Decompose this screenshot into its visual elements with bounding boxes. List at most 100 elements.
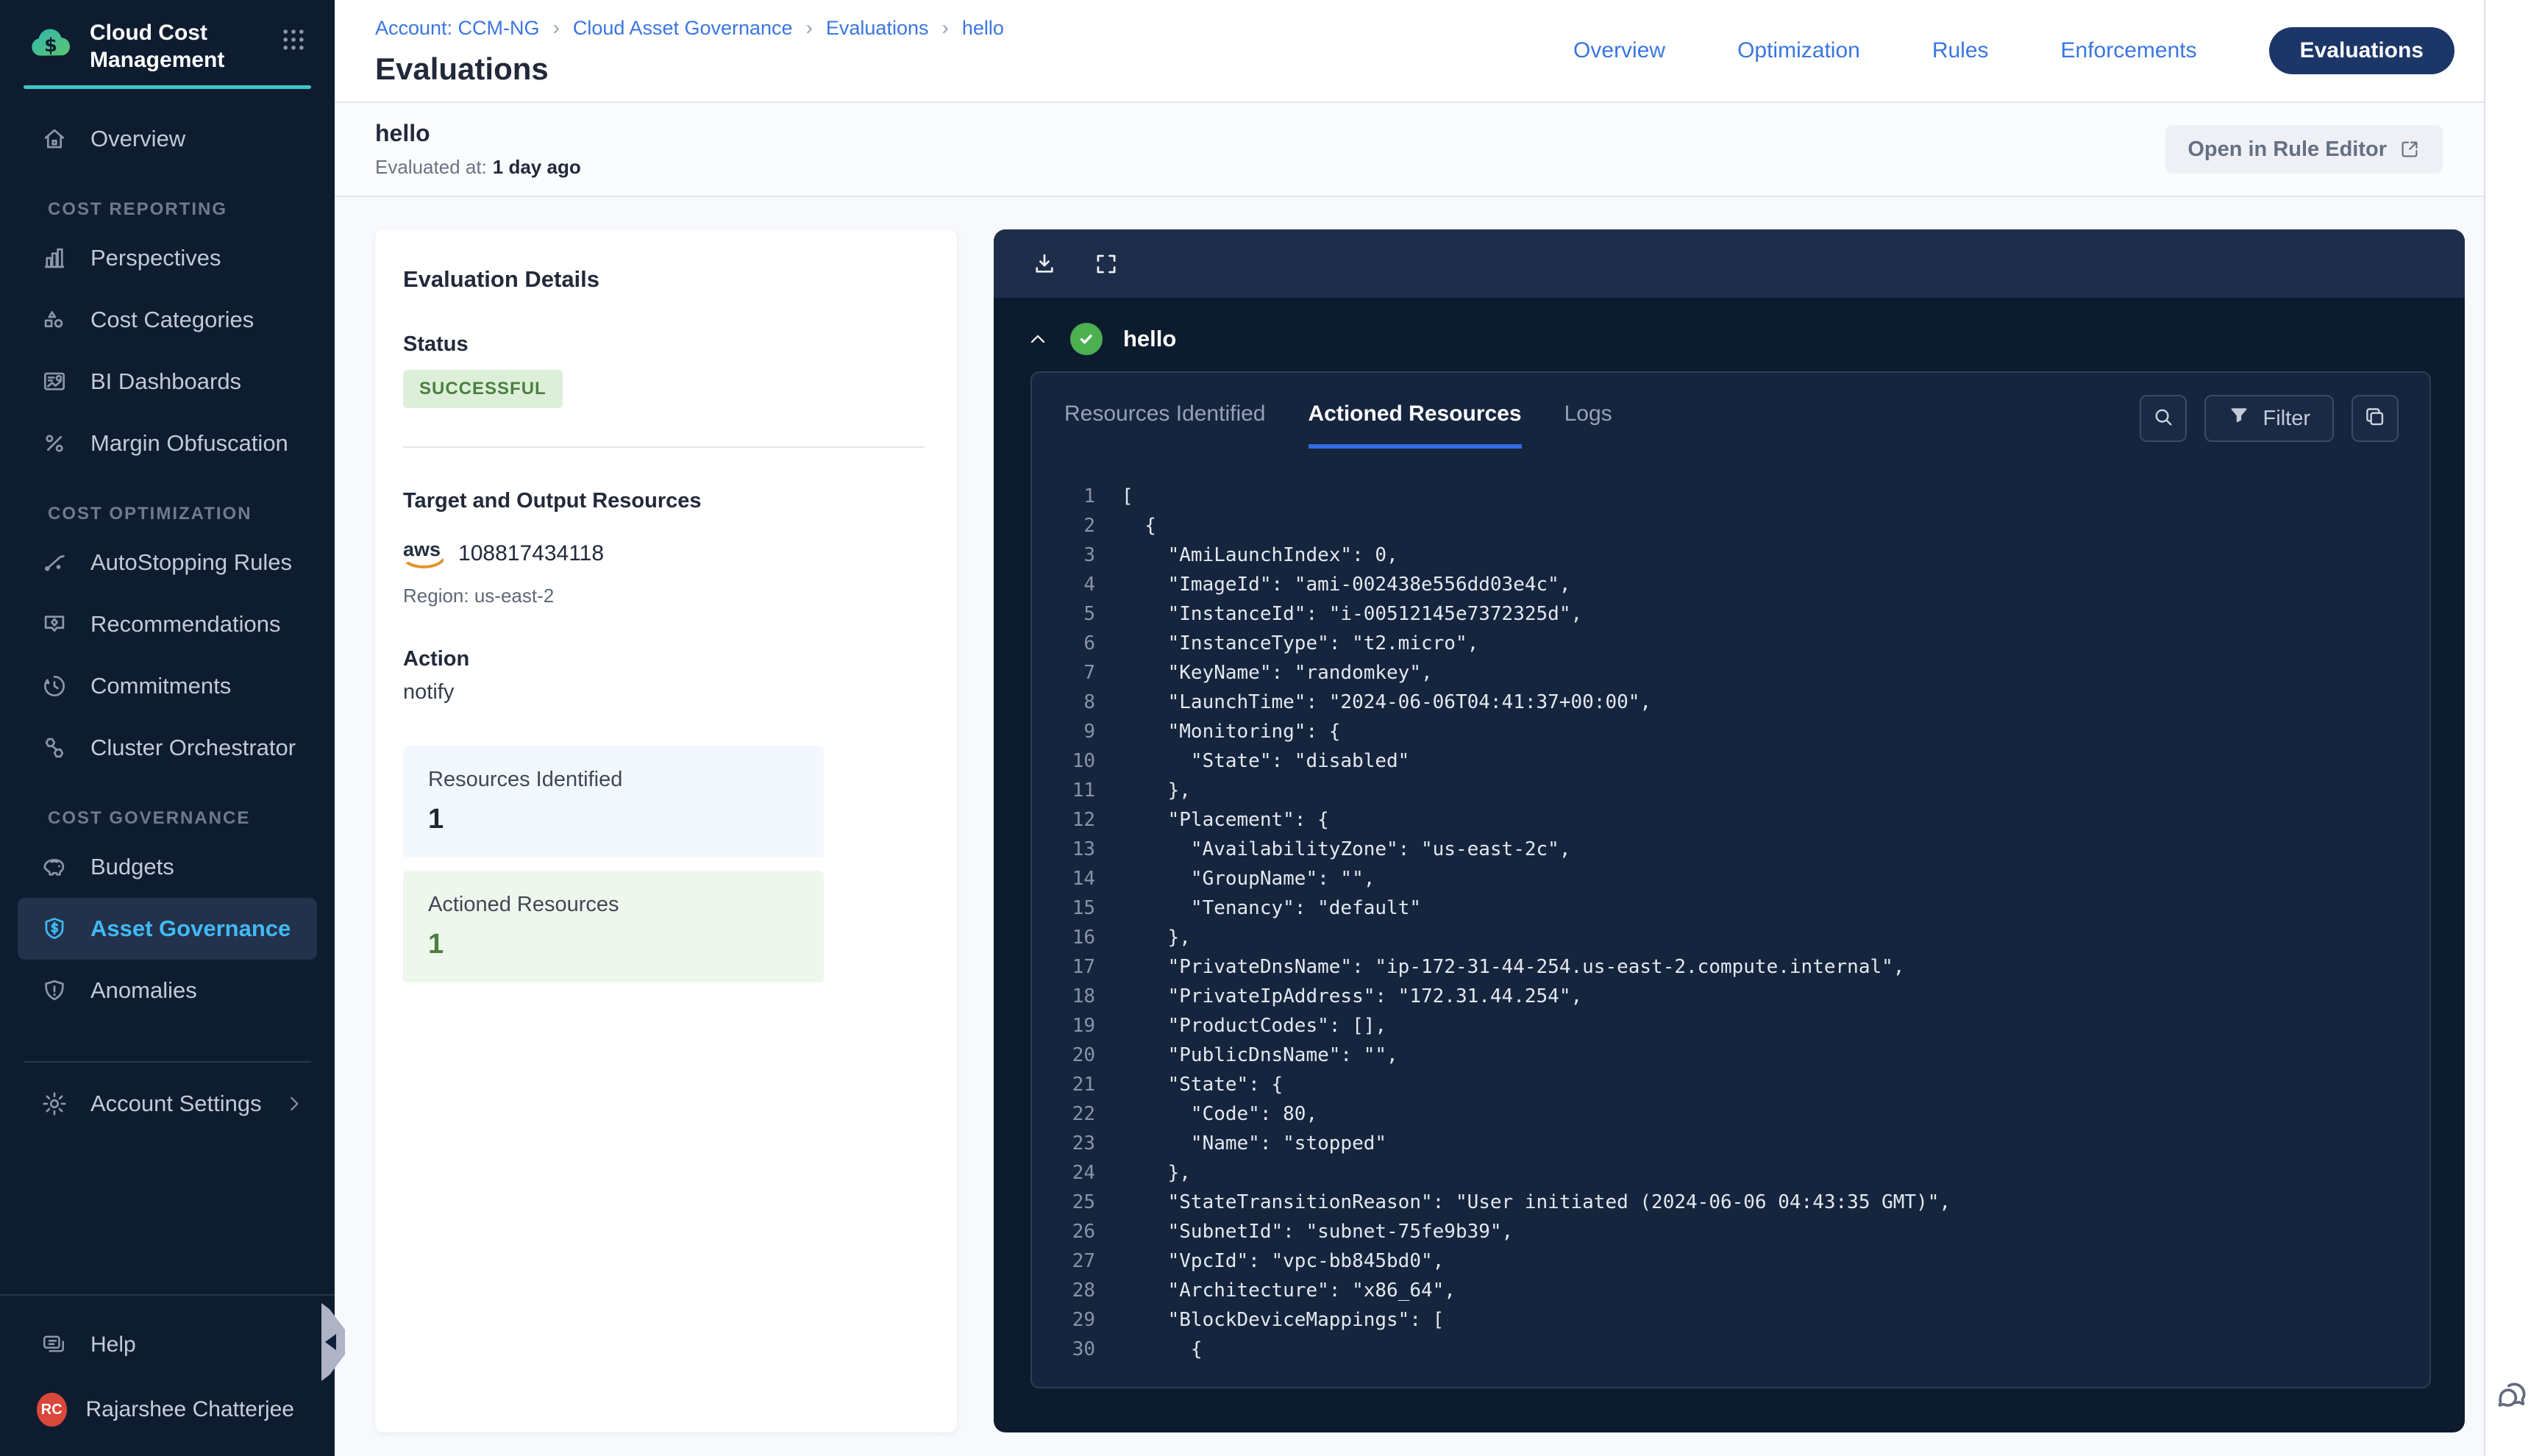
viewer-inner-card: Resources Identified Actioned Resources Lo… — [1030, 371, 2431, 1388]
resources-identified-box: Resources Identified 1 — [403, 746, 824, 857]
open-in-rule-editor-button[interactable]: Open in Rule Editor — [2165, 125, 2443, 174]
copy-button[interactable] — [2351, 395, 2399, 442]
help-chat-icon — [40, 1332, 67, 1358]
sidebar-section-cost-governance: COST GOVERNANCE — [48, 808, 335, 829]
nav-link-enforcements[interactable]: Enforcements — [2061, 38, 2197, 63]
sidebar-item-perspectives[interactable]: Perspectives — [0, 227, 335, 289]
sidebar-item-overview[interactable]: Overview — [0, 108, 335, 170]
viewer-toolbar — [994, 229, 2465, 298]
code-line: 14 "GroupName": "", — [1032, 864, 2415, 893]
breadcrumb-separator-icon: › — [941, 16, 948, 40]
user-menu[interactable]: RC Rajarshee Chatterjee — [0, 1374, 335, 1427]
shapes-icon — [40, 306, 68, 334]
resources-identified-count: 1 — [428, 804, 799, 835]
code-line: 26 "SubnetId": "subnet-75fe9b39", — [1032, 1217, 2415, 1246]
sidebar-item-account-settings[interactable]: Account Settings — [0, 1073, 335, 1135]
code-line: 15 "Tenancy": "default" — [1032, 893, 2415, 923]
aws-logo-icon: aws — [403, 538, 441, 568]
breadcrumb: Account: CCM-NG › Cloud Asset Governance › E… — [375, 16, 1004, 40]
tab-resources-identified[interactable]: Resources Identified — [1064, 402, 1266, 449]
nav-link-optimization[interactable]: Optimization — [1737, 38, 1860, 63]
actioned-resources-count: 1 — [428, 929, 799, 960]
breadcrumb-link-evaluations[interactable]: Evaluations — [826, 17, 929, 40]
sidebar-item-anomalies[interactable]: Anomalies — [0, 960, 335, 1021]
sidebar-divider — [24, 1061, 311, 1063]
sidebar-item-recommendations[interactable]: Recommendations — [0, 593, 335, 655]
brand-accent-line — [24, 85, 311, 89]
code-line: 18 "PrivateIpAddress": "172.31.44.254", — [1032, 982, 2415, 1011]
cluster-icon — [40, 734, 68, 762]
target-account-row: aws 108817434118 — [403, 538, 925, 568]
gear-icon — [40, 1090, 68, 1118]
copy-icon — [2363, 404, 2388, 433]
avatar: RC — [37, 1393, 67, 1427]
sidebar-item-bi-dashboards[interactable]: BI Dashboards — [0, 351, 335, 413]
sidebar-item-margin-obfuscation[interactable]: Margin Obfuscation — [0, 413, 335, 474]
sidebar-item-cost-categories[interactable]: Cost Categories — [0, 289, 335, 351]
action-value: notify — [403, 680, 925, 704]
external-link-icon — [2399, 138, 2421, 160]
search-button[interactable] — [2140, 395, 2187, 442]
aws-account-id: 108817434118 — [458, 541, 604, 566]
sidebar-nav: OverviewCOST REPORTINGPerspectivesCost C… — [0, 108, 335, 1021]
code-line: 1[ — [1032, 482, 2415, 511]
status-badge: SUCCESSFUL — [403, 370, 563, 408]
status-label: Status — [403, 332, 925, 357]
code-line: 19 "ProductCodes": [], — [1032, 1011, 2415, 1041]
download-icon[interactable] — [1030, 250, 1058, 278]
viewer-run-row: hello — [994, 298, 2465, 355]
app-root: $ Cloud Cost Management OverviewCOST REP… — [0, 0, 2542, 1456]
code-line: 21 "State": { — [1032, 1070, 2415, 1099]
help-button[interactable]: Help — [0, 1316, 335, 1374]
viewer-tabs: Resources Identified Actioned Resources Lo… — [1064, 402, 1655, 449]
region-text: Region: us-east-2 — [403, 585, 925, 607]
module-grid-icon[interactable] — [279, 25, 308, 54]
sidebar-section-cost-optimization: COST OPTIMIZATION — [48, 504, 335, 524]
code-line: 28 "Architecture": "x86_64", — [1032, 1276, 2415, 1305]
code-line: 27 "VpcId": "vpc-bb845bd0", — [1032, 1246, 2415, 1276]
chevron-right-icon — [283, 1093, 305, 1115]
sidebar-item-cluster-orchestrator[interactable]: Cluster Orchestrator — [0, 717, 335, 779]
nav-link-rules[interactable]: Rules — [1932, 38, 1989, 63]
breadcrumb-link-account-ccm-ng[interactable]: Account: CCM-NG — [375, 17, 540, 40]
code-line: 6 "InstanceType": "t2.micro", — [1032, 629, 2415, 658]
code-line: 25 "StateTransitionReason": "User initia… — [1032, 1188, 2415, 1217]
nav-link-evaluations-active[interactable]: Evaluations — [2269, 27, 2454, 74]
chevron-up-icon[interactable] — [1026, 327, 1050, 351]
fullscreen-icon[interactable] — [1092, 250, 1120, 278]
code-line: 17 "PrivateDnsName": "ip-172-31-44-254.u… — [1032, 952, 2415, 982]
content: Evaluation Details Status SUCCESSFUL Tar… — [335, 197, 2484, 1456]
action-label: Action — [403, 647, 925, 671]
brand-row: $ Cloud Cost Management — [0, 0, 335, 74]
filter-button[interactable]: Filter — [2204, 395, 2334, 442]
dashboard-icon — [40, 368, 68, 396]
support-chat-icon[interactable] — [2495, 1377, 2533, 1415]
breadcrumb-separator-icon: › — [806, 16, 813, 40]
breadcrumb-link-hello[interactable]: hello — [962, 17, 1004, 40]
sidebar-item-budgets[interactable]: Budgets — [0, 836, 335, 898]
ccm-cloud-dollar-logo-icon: $ — [28, 21, 74, 66]
subheader: hello Evaluated at:1 day ago Open in Rul… — [335, 103, 2484, 197]
topbar: Account: CCM-NG › Cloud Asset Governance › E… — [335, 0, 2484, 103]
tab-actioned-resources[interactable]: Actioned Resources — [1309, 402, 1522, 449]
code-line: 23 "Name": "stopped" — [1032, 1129, 2415, 1158]
evaluation-header: hello Evaluated at:1 day ago — [375, 120, 581, 179]
svg-text:$: $ — [44, 35, 57, 57]
viewer-run-title: hello — [1123, 326, 1176, 352]
code-area: 1[2 {3 "AmiLaunchIndex": 0,4 "ImageId": … — [1032, 455, 2429, 1387]
sidebar-item-asset-governance[interactable]: Asset Governance — [18, 898, 317, 960]
code-line: 7 "KeyName": "randomkey", — [1032, 658, 2415, 688]
evaluation-viewer-panel: hello Resources Identified Actioned Resou… — [994, 229, 2465, 1432]
sidebar-item-autostopping-rules[interactable]: AutoStopping Rules — [0, 532, 335, 593]
code-line: 13 "AvailabilityZone": "us-east-2c", — [1032, 835, 2415, 864]
percent-icon — [40, 429, 68, 457]
shield-alert-icon — [40, 977, 68, 1004]
nav-link-overview[interactable]: Overview — [1573, 38, 1665, 63]
module-nav-wrap: Overview Optimization Rules Enforcements Ev… — [1573, 0, 2454, 101]
topbar-left: Account: CCM-NG › Cloud Asset Governance › E… — [375, 0, 1004, 101]
sidebar-item-commitments[interactable]: Commitments — [0, 655, 335, 717]
breadcrumb-link-cloud-asset-governance[interactable]: Cloud Asset Governance — [573, 17, 793, 40]
code-line: 4 "ImageId": "ami-002438e556dd03e4c", — [1032, 570, 2415, 599]
piggy-bank-icon — [40, 853, 68, 881]
tab-logs[interactable]: Logs — [1564, 402, 1612, 449]
